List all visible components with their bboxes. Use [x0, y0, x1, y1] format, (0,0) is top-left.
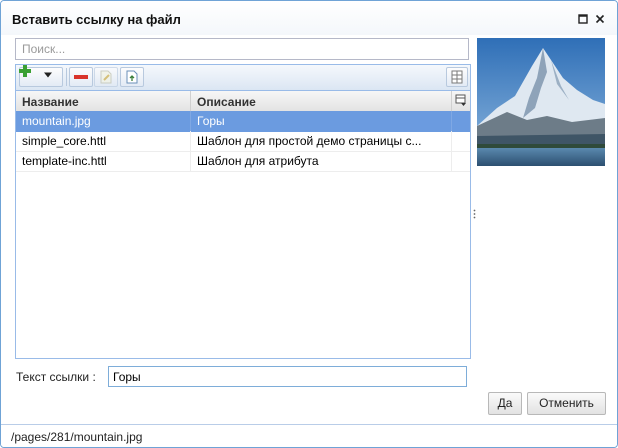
maximize-icon[interactable]	[577, 13, 589, 25]
file-grid: Название Описание mountain.jpg Горы simp…	[15, 90, 471, 359]
upload-file-button[interactable]	[120, 67, 144, 87]
row-name-cell: simple_core.httl	[16, 131, 191, 151]
dialog-title: Вставить ссылку на файл	[12, 12, 181, 27]
column-header-name[interactable]: Название	[16, 91, 191, 111]
ok-button[interactable]: Да	[488, 392, 522, 415]
column-header-description[interactable]: Описание	[191, 91, 452, 111]
remove-file-button[interactable]	[69, 67, 93, 87]
panel-splitter-handle[interactable]	[473, 208, 476, 219]
link-text-label: Текст ссылки :	[16, 370, 96, 384]
add-file-button[interactable]	[19, 65, 63, 87]
row-name-cell: template-inc.httl	[16, 151, 191, 171]
table-row[interactable]: mountain.jpg Горы	[16, 111, 470, 132]
row-name-cell: mountain.jpg	[16, 111, 191, 131]
file-toolbar	[15, 64, 471, 90]
search-input[interactable]	[15, 38, 469, 60]
dialog-titlebar[interactable]: Вставить ссылку на файл	[1, 1, 617, 35]
edit-file-button[interactable]	[94, 67, 118, 87]
row-description-cell: Шаблон для простой демо страницы с...	[191, 131, 452, 151]
toolbar-separator	[66, 68, 67, 86]
row-description-cell: Шаблон для атрибута	[191, 151, 452, 171]
insert-file-link-dialog: Вставить ссылку на файл Поиск... Названи…	[0, 0, 618, 448]
column-menu-icon	[455, 94, 467, 109]
close-icon[interactable]	[594, 13, 606, 25]
image-preview	[477, 38, 605, 166]
status-bar: /pages/281/mountain.jpg	[1, 424, 617, 447]
mountain-image	[477, 38, 605, 166]
file-path: /pages/281/mountain.jpg	[11, 430, 143, 444]
grid-header: Название Описание	[16, 91, 470, 112]
cancel-button[interactable]: Отменить	[527, 392, 606, 415]
link-text-input[interactable]	[108, 366, 467, 387]
column-menu-button[interactable]	[452, 91, 470, 111]
table-row[interactable]: simple_core.httl Шаблон для простой демо…	[16, 131, 470, 152]
row-description-cell: Горы	[191, 111, 452, 131]
table-row[interactable]: template-inc.httl Шаблон для атрибута	[16, 151, 470, 172]
columns-button[interactable]	[446, 67, 468, 87]
